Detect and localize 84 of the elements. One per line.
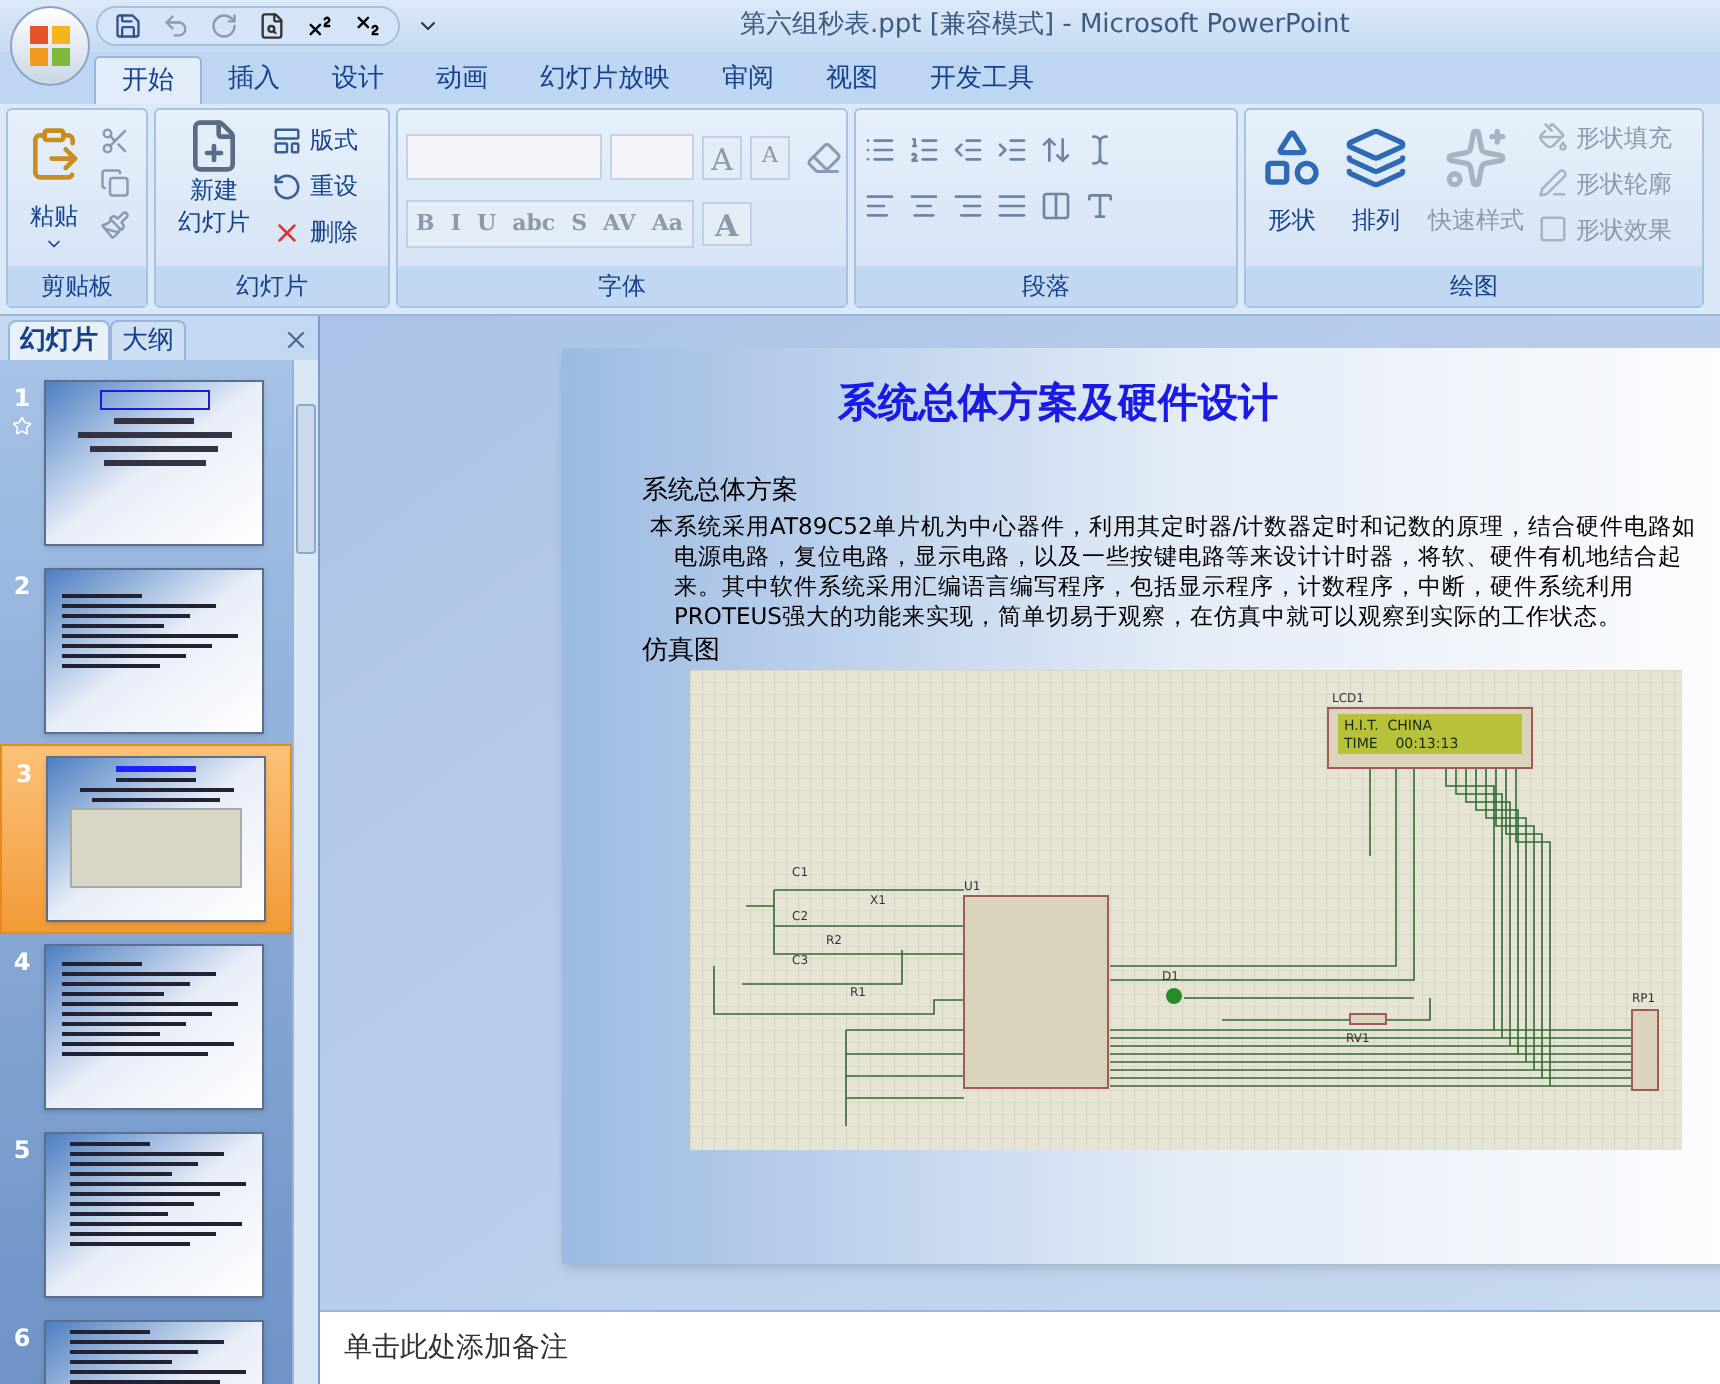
window-title: 第六组秒表.ppt [兼容模式] - Microsoft PowerPoint xyxy=(740,8,1350,45)
layout-icon xyxy=(272,125,302,155)
font-name-field[interactable] xyxy=(406,134,602,180)
ribbon-tab[interactable]: 开发工具 xyxy=(904,56,1060,104)
line-spacing-icon[interactable] xyxy=(1040,134,1072,166)
outline-icon xyxy=(1538,168,1568,198)
slide-number: 4 xyxy=(13,946,31,980)
slide-thumbnail[interactable] xyxy=(46,756,266,922)
group-label: 段落 xyxy=(1022,274,1070,304)
shapes-icon xyxy=(1260,126,1324,190)
format-painter-icon[interactable] xyxy=(100,210,130,240)
decrease-indent-icon[interactable] xyxy=(952,134,984,166)
copy-icon[interactable] xyxy=(100,168,130,198)
align-center-icon[interactable] xyxy=(908,190,940,222)
panel-tab[interactable]: 幻灯片 xyxy=(8,320,110,360)
scrollbar[interactable] xyxy=(292,360,318,1384)
transition-icon xyxy=(12,416,32,436)
bullets-icon[interactable] xyxy=(864,134,896,166)
body-paragraph: 本系统采用AT89C52单片机为中心器件，利用其定时器/计数器定时和记数的原理，结合硬件电路如电源电路，复位电路，显示电路，以及一些按键电路等来设计计时器，将软、硬件有机地结合起来。其中软件系统采用汇编语言编写程序，包括显示程序，计数程序，中断，硬件系统利用PROTEUS强大的功能来实现，简单切易于观察，在仿真中就可以观察到实际的工作状态。 xyxy=(648,511,1699,631)
slide-thumbnail[interactable] xyxy=(44,380,264,546)
ribbon-tab[interactable]: 视图 xyxy=(800,56,904,104)
subscript-icon[interactable] xyxy=(354,12,382,40)
paste-button[interactable]: 粘贴 xyxy=(16,118,92,266)
slide-thumbnail[interactable] xyxy=(44,568,264,734)
office-logo-icon xyxy=(26,22,74,70)
drawing-button[interactable]: 形状 xyxy=(1254,118,1330,266)
slide-number: 1 xyxy=(13,382,31,416)
slide-list-item[interactable]: 1 xyxy=(0,376,292,550)
align-left-icon[interactable] xyxy=(864,190,896,222)
reset-icon xyxy=(272,171,302,201)
close-icon[interactable] xyxy=(282,326,310,354)
slide-command-button[interactable]: 版式 xyxy=(272,120,358,160)
ribbon-tab[interactable]: 插入 xyxy=(202,56,306,104)
superscript-icon[interactable] xyxy=(306,12,334,40)
justify-icon[interactable] xyxy=(996,190,1028,222)
slide-number: 5 xyxy=(13,1134,31,1168)
group-label: 幻灯片 xyxy=(236,274,308,304)
section-heading: 系统总体方案 xyxy=(642,474,800,510)
ribbon-tab[interactable]: 开始 xyxy=(94,56,202,104)
effects-icon xyxy=(1538,214,1568,244)
group-label: 绘图 xyxy=(1450,274,1498,304)
new-slide-button[interactable]: 新建 幻灯片 xyxy=(164,118,264,266)
slide-command-button[interactable]: 重设 xyxy=(272,166,358,206)
slide-list-item[interactable]: 6 xyxy=(0,1316,292,1384)
notes-placeholder: 单击此处添加备注 xyxy=(344,1329,568,1367)
slide-list-item[interactable]: 3 xyxy=(0,744,292,934)
ribbon-tab[interactable]: 设计 xyxy=(306,56,410,104)
columns-icon[interactable] xyxy=(1040,190,1072,222)
group-label: 剪贴板 xyxy=(41,274,113,304)
increase-indent-icon[interactable] xyxy=(996,134,1028,166)
ribbon-tab[interactable]: 幻灯片放映 xyxy=(514,56,696,104)
slide-thumbnail[interactable] xyxy=(44,944,264,1110)
redo-icon[interactable] xyxy=(210,12,238,40)
save-icon[interactable] xyxy=(114,12,142,40)
wire xyxy=(845,1029,965,1127)
ribbon-tab[interactable]: 动画 xyxy=(410,56,514,104)
slide-number: 2 xyxy=(13,570,31,604)
resistor-pack xyxy=(1631,1009,1659,1091)
clear-formatting-icon[interactable] xyxy=(806,139,842,175)
slide-list-item[interactable]: 4 xyxy=(0,940,292,1114)
led xyxy=(1166,988,1182,1004)
styles-icon xyxy=(1444,126,1508,190)
panel-tab[interactable]: 大纲 xyxy=(110,320,186,360)
slide-command-button[interactable]: 删除 xyxy=(272,212,358,252)
undo-icon[interactable] xyxy=(162,12,190,40)
ribbon-tab[interactable]: 审阅 xyxy=(696,56,800,104)
notes-field[interactable]: 单击此处添加备注 xyxy=(320,1310,1720,1384)
cut-icon[interactable] xyxy=(100,126,130,156)
font-size-field[interactable] xyxy=(610,134,694,180)
slide-thumbnail[interactable] xyxy=(44,1132,264,1298)
section-heading: 仿真图 xyxy=(642,633,722,669)
potentiometer xyxy=(1349,1013,1387,1025)
arrange-icon xyxy=(1344,126,1408,190)
slide-number: 3 xyxy=(15,758,33,792)
slide-list-item[interactable]: 2 xyxy=(0,564,292,738)
drawing-button[interactable]: 排列 xyxy=(1338,118,1414,266)
slide-title: 系统总体方案及硬件设计 xyxy=(838,376,1278,430)
align-right-icon[interactable] xyxy=(952,190,984,222)
numbering-icon[interactable] xyxy=(908,134,940,166)
group-label: 字体 xyxy=(598,274,646,304)
slide-number: 6 xyxy=(13,1322,31,1356)
slide-list-item[interactable]: 5 xyxy=(0,1128,292,1302)
print-preview-icon[interactable] xyxy=(258,12,286,40)
fill-icon xyxy=(1538,122,1568,152)
